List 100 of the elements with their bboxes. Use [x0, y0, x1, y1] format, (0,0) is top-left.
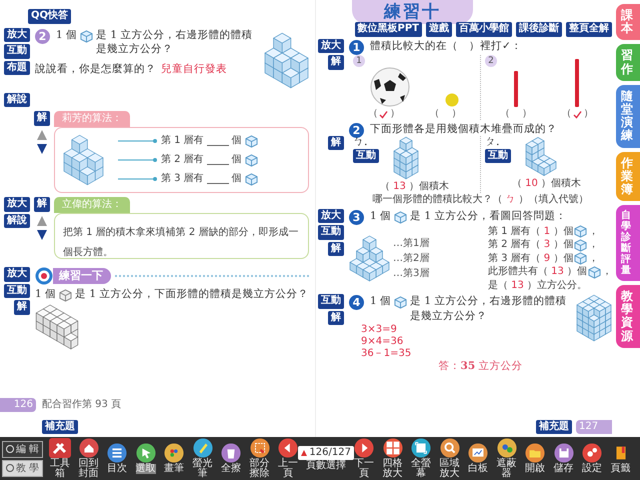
balls-icon	[496, 438, 517, 458]
question-text: 1 個	[56, 28, 78, 42]
action-button[interactable]: 互動	[318, 294, 344, 309]
action-button[interactable]: 互動	[485, 148, 511, 164]
action-button[interactable]: 放大	[4, 28, 30, 42]
cube-icon	[574, 238, 588, 252]
toolbar-button[interactable]: 螢光筆	[189, 437, 216, 480]
toolbar-button[interactable]: 畫筆	[160, 442, 188, 475]
stick-drawing	[512, 70, 519, 107]
action-button[interactable]: 互動	[318, 225, 344, 240]
link-button[interactable]: 課後診斷	[516, 22, 562, 37]
action-button[interactable]: 互動	[4, 284, 30, 298]
up-down-arrows-icon[interactable]	[36, 214, 48, 240]
toolbar-button[interactable]: 四格放大	[379, 437, 406, 480]
link-button[interactable]: 百萬小學館	[456, 22, 512, 37]
toolbar-button[interactable]: 全螢幕	[408, 437, 435, 480]
question-text: 哪一個形體的體積比較大？（ ㄅ ）（填入代號）	[371, 193, 590, 207]
method-text: 把第 1 層的積木拿來填補第 2 層缺的部分，即形成一個長方體。	[63, 227, 298, 258]
grid-icon	[382, 438, 403, 458]
action-button[interactable]: 解說	[4, 214, 30, 228]
toolbar-button[interactable]: 遮蔽器	[493, 437, 520, 480]
answer-text: （ 13 ）個積木	[380, 180, 450, 194]
action-button[interactable]: 解	[328, 242, 344, 256]
action-button[interactable]: 解	[34, 197, 50, 212]
question-number: 3	[349, 210, 364, 225]
toolbar-button[interactable]: 區域放大	[436, 437, 464, 480]
layer-label: 第 2 層有	[161, 155, 204, 165]
cube-icon	[59, 289, 72, 302]
figure-label: ㄆ.	[485, 136, 500, 147]
paren-text: ）	[451, 106, 462, 120]
link-button[interactable]: 遊戲	[426, 22, 452, 37]
action-button[interactable]: 解	[328, 310, 344, 326]
side-tab[interactable]: 隨堂演練	[616, 84, 640, 148]
leader-line	[118, 176, 158, 182]
action-button[interactable]: 互動	[4, 44, 30, 58]
cube-icon	[588, 266, 601, 279]
play-icon	[354, 438, 374, 458]
footer-note: 配合習作第 93 頁	[42, 400, 122, 410]
highlighter-icon	[192, 438, 213, 458]
cube-stack-drawing	[63, 134, 104, 186]
action-button[interactable]: 解	[328, 136, 344, 150]
up-down-arrows-icon[interactable]	[36, 128, 48, 154]
cube-stack-drawing	[349, 235, 390, 282]
answer-line: 第 2 層有（ 3 ）個	[488, 238, 574, 252]
action-button[interactable]: 解	[34, 111, 50, 126]
magnifier-icon	[440, 438, 460, 458]
action-button[interactable]: 互動	[353, 148, 379, 164]
question-text: 是 1 立方公分，看圖回答問題：	[410, 208, 568, 224]
link-button[interactable]: 整頁全解	[566, 22, 612, 37]
page-field[interactable]: 126/127	[298, 446, 354, 460]
paren-text: （	[561, 106, 572, 120]
toolbar-button[interactable]: 目次	[104, 442, 131, 475]
cube-icon	[574, 252, 588, 266]
toolbar-button[interactable]: 設定	[578, 442, 606, 475]
action-button[interactable]: 補充題	[536, 420, 572, 434]
toolbar-button[interactable]: 頁籤	[607, 442, 634, 475]
toolbar-button[interactable]: 全擦	[218, 442, 245, 475]
quick-answer-button[interactable]: QQ快答	[28, 9, 72, 24]
cube-stack-drawing	[525, 136, 557, 177]
question-number: 2	[349, 122, 364, 138]
action-button[interactable]: 補充題	[42, 420, 78, 434]
side-tab[interactable]: 自學診斷評量	[616, 205, 640, 282]
action-button[interactable]: 解	[328, 55, 344, 70]
mode-button[interactable]: 編 輯	[2, 440, 44, 458]
action-button[interactable]: 解	[14, 300, 30, 314]
action-button[interactable]: 放大	[4, 197, 30, 212]
cube-stack-drawing	[393, 136, 419, 180]
leader-line	[118, 138, 158, 144]
action-button[interactable]: 放大	[4, 267, 30, 282]
toolbar-button[interactable]: 開啟	[522, 442, 549, 475]
cube-stack-drawing	[35, 304, 79, 350]
toolbar-button[interactable]: 儲存	[550, 442, 578, 475]
toolbar-button[interactable]: 部分擦除	[246, 437, 274, 480]
leader-line	[118, 157, 158, 163]
answer-line: 第 1 層有（ 1 ）個	[488, 224, 574, 238]
soccer-ball-drawing	[370, 66, 410, 107]
action-button[interactable]: 放大	[318, 38, 344, 54]
link-button[interactable]: 數位黑板PPT	[354, 22, 422, 37]
answer-line: 此形體共有（ 13 ）個	[488, 265, 587, 279]
question-text: 是 1 立方公分，下面形體的體積是幾立方公分？	[75, 287, 309, 302]
paren-text: ）	[390, 106, 400, 120]
palette-icon	[164, 443, 184, 463]
punctuation-text: ，	[588, 252, 598, 266]
punctuation-text: ，	[602, 265, 612, 279]
question-text: 是 1 立方公分，右邊形體的體積是幾立方公分？	[410, 294, 568, 324]
item-number: 1	[353, 54, 365, 67]
answer-line: 第 3 層有（ 9 ）個	[488, 252, 574, 266]
item-number: 2	[485, 54, 497, 67]
page-number: 126	[0, 398, 36, 412]
action-button[interactable]: 布題	[4, 60, 30, 75]
action-button[interactable]: 解說	[4, 92, 30, 107]
toolbar-button[interactable]: 白板	[464, 442, 492, 475]
side-tab[interactable]: 教學資源	[616, 285, 640, 348]
toolbar-button[interactable]: 回到封面	[75, 437, 102, 480]
toolbox-button[interactable]: 工具箱	[46, 437, 74, 480]
action-button[interactable]: 放大	[318, 208, 344, 224]
mode-button[interactable]: 教 學	[2, 460, 44, 476]
paren-text: （	[429, 106, 440, 120]
fullscreen-icon	[411, 438, 432, 458]
mode-icon	[6, 445, 14, 453]
